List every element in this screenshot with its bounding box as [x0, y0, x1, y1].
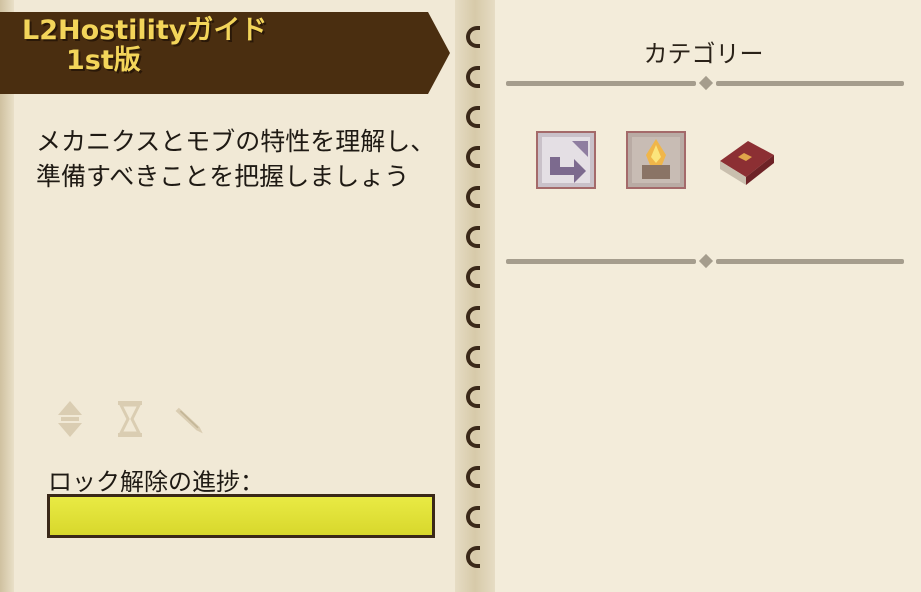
return-arrow-icon[interactable] — [536, 131, 596, 189]
red-book-icon[interactable] — [716, 131, 776, 189]
guide-title: L2Hostilityガイド 1st版 — [22, 16, 422, 76]
category-divider-bottom — [506, 253, 904, 269]
quill-icon[interactable] — [174, 398, 206, 440]
category-icon-row — [536, 131, 776, 189]
category-divider-top — [506, 75, 904, 91]
guide-title-line1: L2Hostilityガイド — [22, 15, 268, 46]
unlock-progress-label: ロック解除の進捗： — [48, 468, 264, 496]
guide-description: メカニクスとモブの特性を理解し、準備すべきことを把握しましょう — [36, 127, 436, 191]
guide-book: L2Hostilityガイド 1st版 メカニクスとモブの特性を理解し、準備すべ… — [0, 0, 921, 592]
book-spine — [455, 0, 495, 592]
unlock-progress-bar — [47, 494, 435, 538]
category-title: カテゴリー — [643, 40, 764, 68]
guide-title-line2: 1st版 — [66, 45, 141, 76]
tool-row — [54, 398, 206, 440]
flame-altar-icon[interactable] — [626, 131, 686, 189]
right-page — [486, 0, 921, 592]
hourglass-icon[interactable] — [114, 398, 146, 440]
sort-arrows-icon[interactable] — [54, 398, 86, 440]
unlock-progress-fill — [50, 497, 432, 535]
